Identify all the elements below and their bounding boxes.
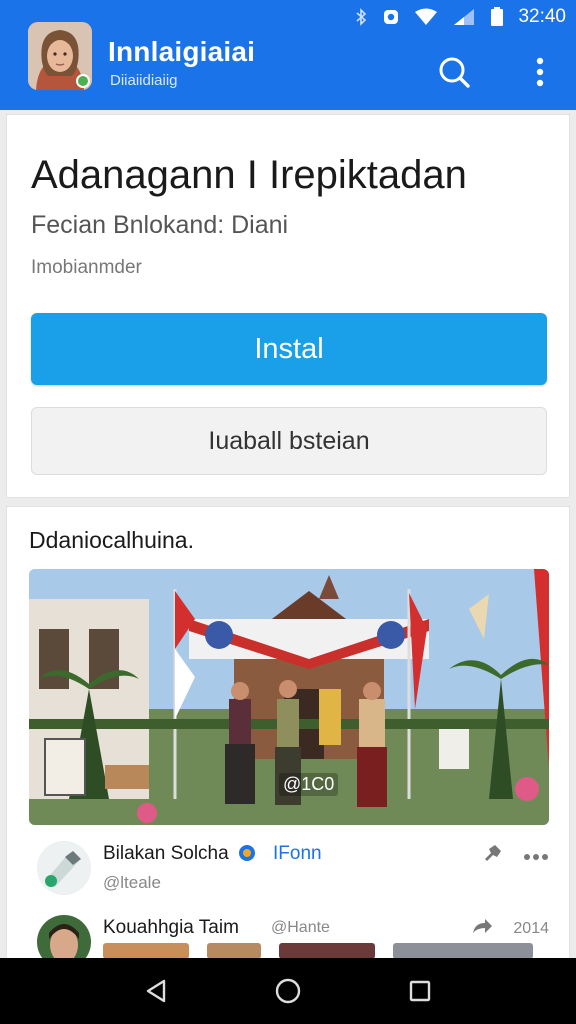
post-thumbnails	[103, 943, 533, 959]
post-handle: @Hante	[271, 919, 330, 936]
verified-badge-icon	[238, 844, 256, 862]
post-author-name: Bilakan Solcha	[103, 843, 256, 865]
battery-icon	[490, 7, 504, 27]
search-icon[interactable]	[434, 52, 474, 92]
section-title: Ddaniocalhuina.	[29, 527, 194, 553]
thumbnail-image[interactable]	[393, 943, 533, 959]
media-label: @1C0	[279, 773, 339, 796]
post-handle: @lteale	[103, 873, 161, 892]
avatar[interactable]	[28, 22, 92, 90]
system-nav-bar	[0, 958, 576, 1024]
post-author-name: Kouahhgia Taim	[103, 917, 239, 938]
install-button[interactable]: Instal	[31, 313, 547, 385]
recents-icon[interactable]	[400, 971, 440, 1011]
home-icon[interactable]	[268, 971, 308, 1011]
thumbnail-image[interactable]	[103, 943, 189, 959]
feed-post[interactable]: Bilakan Solcha IFonn @lteale	[7, 833, 571, 903]
feed-card: Ddaniocalhuina. @1C0 Bilakan Solcha IFon…	[6, 506, 571, 969]
wifi-icon	[414, 8, 438, 26]
more-vert-icon[interactable]	[520, 52, 560, 92]
app-info-card: Adanagann I Irepiktadan Fecian Bnlokand:…	[6, 114, 570, 498]
record-icon	[382, 8, 400, 26]
online-status-dot	[76, 74, 90, 88]
post-author-text: Bilakan Solcha	[103, 843, 229, 864]
bluetooth-icon	[354, 8, 368, 26]
thumbnail-image[interactable]	[279, 943, 375, 959]
feature-image[interactable]: @1C0	[29, 569, 549, 825]
app-title: Innlaigiaiai	[108, 36, 256, 67]
app-category: Imobianmder	[31, 257, 142, 278]
thumbnail-image[interactable]	[207, 943, 261, 959]
pin-icon[interactable]	[481, 843, 503, 868]
status-bar: 32:40	[354, 6, 566, 28]
post-count: 2014	[513, 919, 549, 937]
app-name: Adanagann I Irepiktadan	[31, 153, 467, 197]
secondary-button[interactable]: Iuaball bsteian	[31, 407, 547, 475]
status-time: 32:40	[518, 6, 566, 27]
more-horiz-icon[interactable]	[523, 845, 549, 866]
developer-name[interactable]: Fecian Bnlokand: Diani	[31, 211, 288, 240]
back-icon[interactable]	[136, 971, 176, 1011]
signal-icon	[452, 8, 476, 26]
app-subtitle: Diiaiidiaiig	[110, 72, 178, 89]
share-icon[interactable]	[471, 917, 493, 940]
post-tag[interactable]: IFonn	[273, 843, 322, 865]
app-bar: 32:40 Innlaigiaiai Diiaiidiaiig	[0, 0, 576, 110]
post-avatar[interactable]	[37, 841, 91, 895]
